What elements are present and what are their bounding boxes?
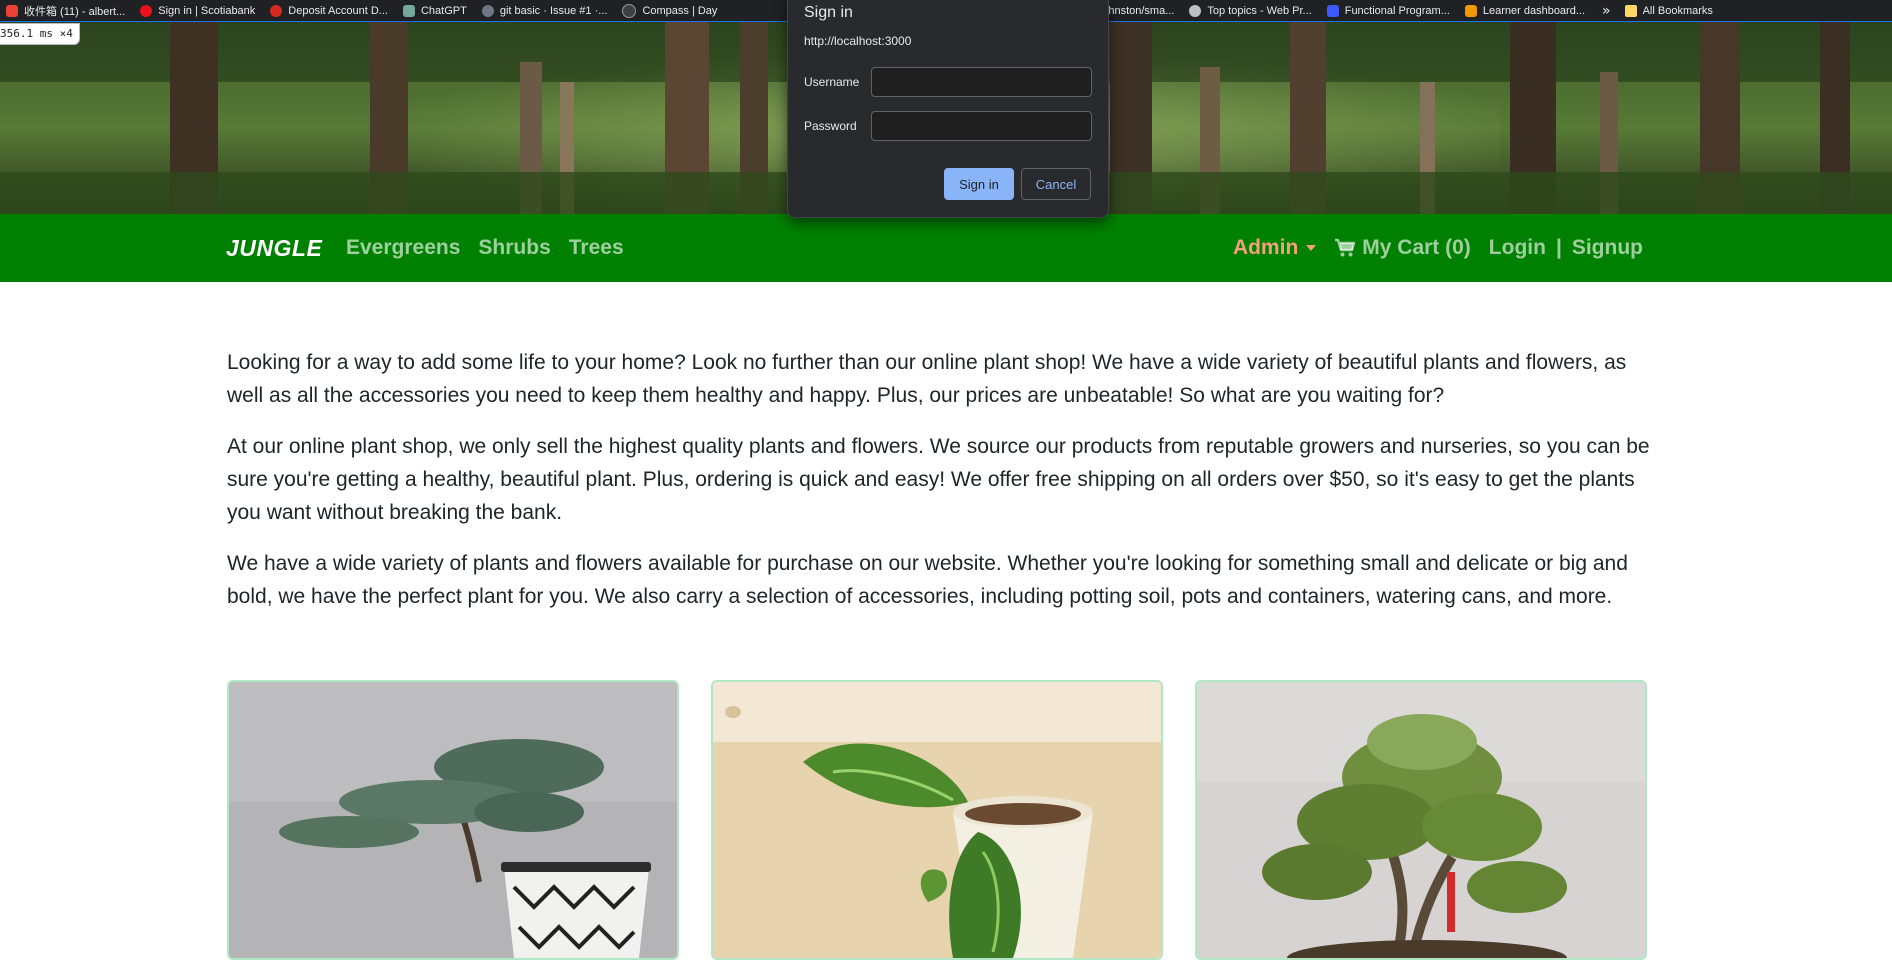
login-link[interactable]: Login [1489,236,1546,260]
dialog-title: Sign in [804,4,853,21]
pothos-plant-image [713,682,1161,958]
course-icon [1326,5,1339,17]
intro-paragraph: At our online plant shop, we only sell t… [227,435,1650,524]
nav-link-trees[interactable]: Trees [569,236,624,260]
bookmark-item[interactable]: Compass | Day [616,0,726,22]
bookmark-item[interactable]: Learner dashboard... [1459,0,1594,22]
admin-label: Admin [1232,236,1299,259]
main-navbar: JUNGLE Evergreens Shrubs Trees Admin My … [0,214,1892,282]
nav-separator: | [1555,236,1562,259]
nav-link-shrubs[interactable]: Shrubs [478,236,550,260]
bookmark-item[interactable]: Top topics - Web Pr... [1183,0,1320,22]
all-bookmarks-button[interactable]: All Bookmarks [1619,0,1722,22]
chatgpt-icon [402,5,415,17]
cancel-button[interactable]: Cancel [1021,168,1091,200]
product-card[interactable] [1195,680,1647,960]
timing-badge: 356.1 ms ×4 [0,23,80,45]
product-grid [227,680,1654,960]
admin-dropdown[interactable]: Admin [1232,236,1317,260]
bank-icon [270,5,283,17]
nav-link-evergreens[interactable]: Evergreens [346,236,460,260]
dialog-url: http://localhost:3000 [804,34,912,48]
bookmark-item[interactable]: Functional Program... [1321,0,1459,22]
bookmark-item[interactable]: ChatGPT [397,0,476,22]
intro-paragraph: We have a wide variety of plants and flo… [227,552,1628,608]
bookmark-item[interactable]: Deposit Account D... [264,0,397,22]
username-label: Username [804,75,860,89]
bookmarks-overflow-button[interactable]: » [1594,3,1619,19]
bookmark-item[interactable]: Sign in | Scotiabank [134,0,264,22]
password-input[interactable] [871,111,1092,141]
dashboard-icon [1464,5,1477,17]
bookmark-item[interactable]: 收件箱 (11) - albert... [0,0,134,22]
forum-icon [1189,5,1202,17]
sign-in-dialog: Sign in http://localhost:3000 Username P… [787,0,1109,218]
product-card[interactable] [711,680,1163,960]
compass-icon [622,4,637,18]
scotiabank-icon [140,5,153,17]
shopping-cart-icon [1335,238,1356,257]
category-nav: Evergreens Shrubs Trees [346,236,624,260]
sign-in-button[interactable]: Sign in [944,168,1014,200]
cart-label: My Cart (0) [1362,236,1471,259]
intro-paragraph: Looking for a way to add some life to yo… [227,351,1627,407]
folder-icon [1624,5,1637,17]
account-nav: Admin My Cart (0) Login | Signup [1233,236,1643,260]
cart-link[interactable]: My Cart (0) [1334,236,1471,260]
gmail-icon [6,5,18,17]
bookmark-item[interactable]: git basic · Issue #1 ·... [476,0,617,22]
intro-content: Looking for a way to add some life to yo… [227,346,1654,631]
caret-down-icon [1306,245,1317,251]
password-label: Password [804,119,857,133]
juniper-bonsai-image [229,682,677,958]
username-input[interactable] [871,67,1092,97]
bonsai-tree-image [1197,682,1645,958]
product-card[interactable] [227,680,679,960]
github-icon [481,5,494,17]
brand-logo[interactable]: JUNGLE [226,235,322,262]
signup-link[interactable]: Signup [1572,236,1643,260]
